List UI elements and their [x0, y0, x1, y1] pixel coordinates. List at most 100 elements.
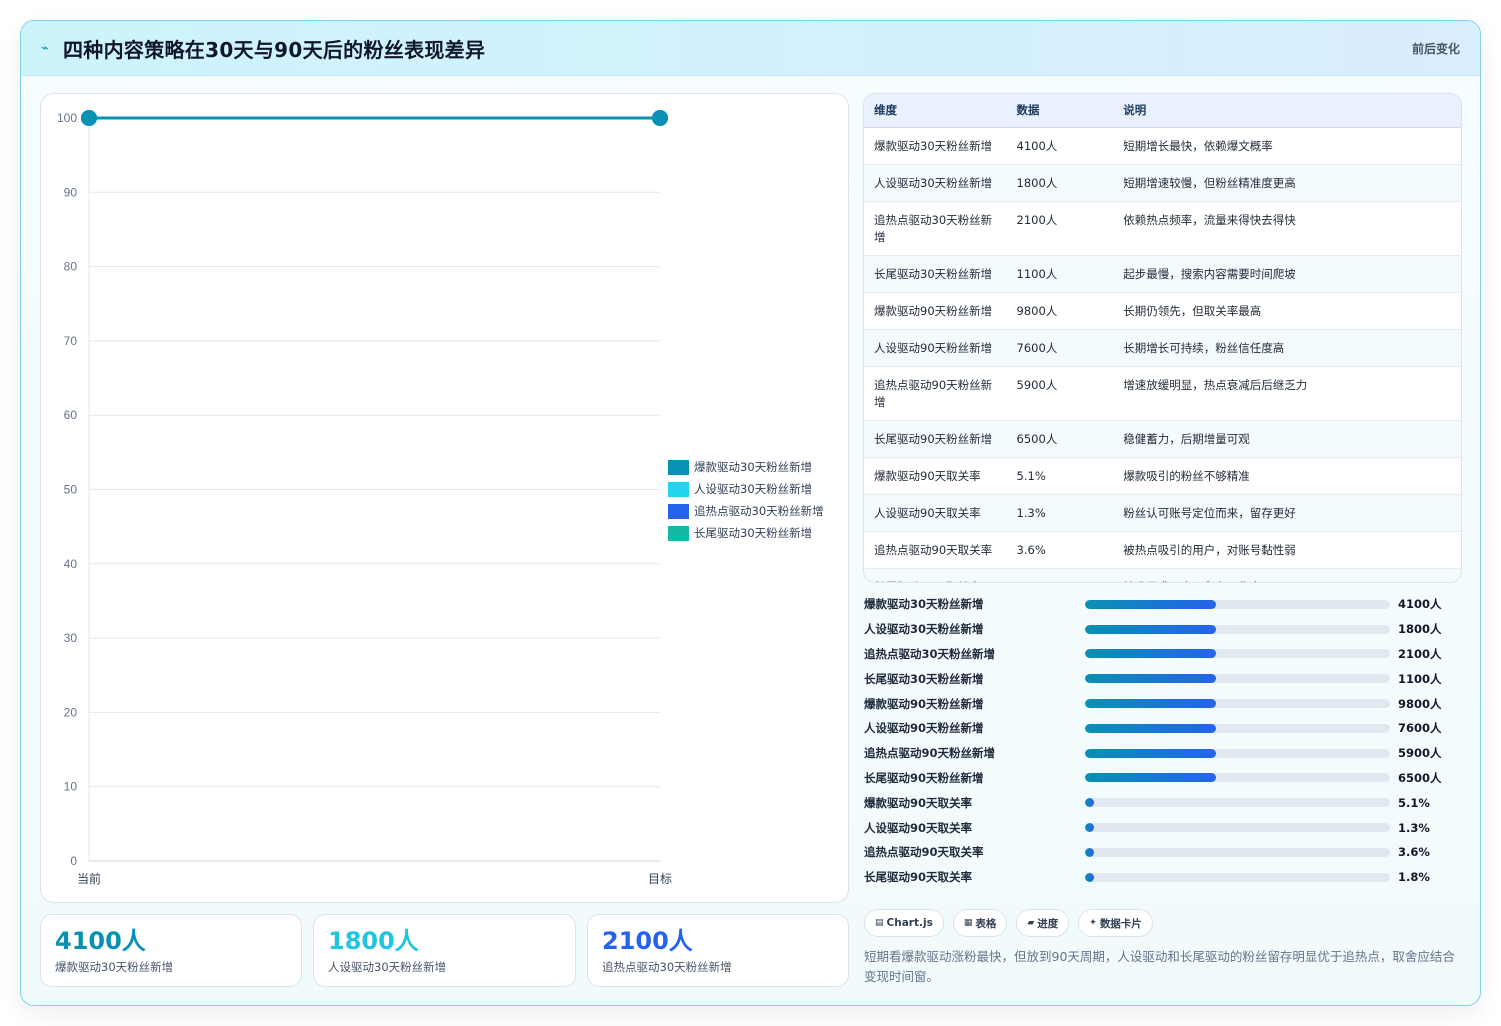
progress-fill	[1085, 847, 1095, 857]
legend-swatch	[668, 481, 689, 497]
legend-label: 长尾驱动30天粉丝新增	[694, 526, 813, 540]
column-header-note: 说明	[1113, 94, 1461, 128]
progress-value: 1.8%	[1398, 870, 1430, 885]
cell-dimension: 爆款驱动90天粉丝新增	[864, 292, 1007, 330]
cell-data: 7600人	[1006, 329, 1114, 367]
progress-value: 5900人	[1398, 746, 1442, 761]
progress-label: 长尾驱动30天粉丝新增	[864, 671, 984, 686]
progress-label: 追热点驱动90天取关率	[864, 845, 984, 860]
table-icon: ▦	[963, 918, 973, 928]
cell-dimension: 追热点驱动90天粉丝新增	[864, 366, 1007, 421]
progress-value: 2100人	[1398, 646, 1442, 661]
cell-note: 被热点吸引的用户，对账号黏性弱	[1113, 531, 1461, 569]
progress-fill	[1085, 872, 1095, 882]
progress-label: 爆款驱动90天粉丝新增	[864, 696, 984, 711]
cell-dimension: 长尾驱动90天粉丝新增	[864, 420, 1007, 458]
cell-data: 9800人	[1006, 292, 1114, 330]
y-tick-label: 20	[64, 705, 78, 719]
progress-value: 4100人	[1398, 597, 1442, 612]
progress-fill	[1085, 674, 1217, 684]
cell-data: 1.3%	[1006, 494, 1114, 532]
legend-label: 追热点驱动30天粉丝新增	[694, 504, 824, 518]
y-tick-label: 50	[64, 483, 78, 497]
chip-3[interactable]: ▰ 进度	[1016, 909, 1070, 937]
progress-row: 人设驱动30天粉丝新增 1800人	[864, 617, 1444, 642]
progress-value: 1.3%	[1398, 820, 1430, 835]
summary-text: 短期看爆款驱动涨粉最快，但放到90天周期，人设驱动和长尾驱动的粉丝留存明显优于追…	[864, 949, 1455, 984]
chip-label: 进度	[1037, 917, 1059, 930]
progress-fill	[1085, 748, 1217, 758]
progress-track	[1085, 624, 1390, 634]
data-point	[81, 110, 97, 126]
cell-note: 短期增长最快，依赖爆文概率	[1113, 127, 1461, 165]
legend-label: 爆款驱动30天粉丝新增	[694, 460, 813, 474]
progress-fill	[1085, 798, 1095, 808]
progress-row: 追热点驱动90天取关率 3.6%	[864, 840, 1444, 865]
cell-data: 1100人	[1006, 255, 1114, 293]
progress-track	[1085, 723, 1390, 733]
cell-data: 3.6%	[1006, 531, 1114, 569]
legend-item[interactable]: 人设驱动30天粉丝新增	[668, 478, 824, 500]
legend-item[interactable]: 追热点驱动30天粉丝新增	[668, 500, 824, 522]
cell-dimension: 长尾驱动30天粉丝新增	[864, 255, 1007, 293]
chip-label: Chart.js	[886, 917, 933, 929]
progress-row: 追热点驱动90天粉丝新增 5900人	[864, 741, 1444, 766]
progress-label: 爆款驱动90天取关率	[864, 795, 973, 810]
cell-dimension: 追热点驱动30天粉丝新增	[864, 201, 1007, 256]
cell-note: 起步最慢，搜索内容需要时间爬坡	[1113, 255, 1461, 293]
progress-track	[1085, 773, 1390, 783]
cell-dimension: 人设驱动30天粉丝新增	[864, 164, 1007, 202]
progress-fill	[1085, 773, 1217, 783]
progress-row: 长尾驱动90天粉丝新增 6500人	[864, 766, 1444, 791]
cell-note: 粉丝认可账号定位而来，留存更好	[1113, 494, 1461, 532]
y-tick-label: 0	[70, 854, 77, 868]
progress-track	[1085, 699, 1390, 709]
progress-track	[1085, 872, 1390, 882]
stat-card-1: 4100人 爆款驱动30天粉丝新增	[40, 914, 302, 987]
chip-1[interactable]: ▤ Chart.js	[864, 909, 944, 937]
y-tick-label: 30	[64, 631, 78, 645]
x-tick-label: 目标	[648, 872, 672, 886]
legend-swatch	[668, 459, 689, 475]
chip-2[interactable]: ▦ 表格	[952, 909, 1008, 937]
legend-swatch	[668, 503, 689, 519]
progress-track	[1085, 649, 1390, 659]
table-row: 爆款驱动30天粉丝新增 4100人 短期增长最快，依赖爆文概率	[864, 127, 1461, 165]
cell-data: 1800人	[1006, 164, 1114, 202]
chip-4[interactable]: ✦ 数据卡片	[1078, 909, 1153, 937]
tech-chips: ▤ Chart.js ▦ 表格 ▰ 进度 ✦ 数据卡片	[864, 909, 1153, 937]
y-tick-label: 60	[64, 408, 78, 422]
table-row: 爆款驱动90天取关率 5.1% 爆款吸引的粉丝不够精准	[864, 457, 1461, 495]
cell-note: 稳健蓄力，后期增量可观	[1113, 420, 1461, 458]
chip-label: 表格	[975, 917, 997, 930]
progress-label: 长尾驱动90天取关率	[864, 870, 973, 885]
legend-item[interactable]: 爆款驱动30天粉丝新增	[668, 456, 824, 478]
progress-fill	[1085, 723, 1217, 733]
sparkle-icon: ✦	[1089, 918, 1097, 928]
table-row: 长尾驱动90天粉丝新增 6500人 稳健蓄力，后期增量可观	[864, 420, 1461, 458]
progress-track	[1085, 847, 1390, 857]
progress-fill	[1085, 624, 1217, 634]
progress-row: 长尾驱动30天粉丝新增 1100人	[864, 666, 1444, 691]
progress-value: 3.6%	[1398, 845, 1430, 860]
cell-data: 5900人	[1006, 366, 1114, 421]
legend-item[interactable]: 长尾驱动30天粉丝新增	[668, 522, 824, 544]
table-row: 爆款驱动90天粉丝新增 9800人 长期仍领先，但取关率最高	[864, 292, 1461, 330]
stat-label: 追热点驱动30天粉丝新增	[602, 960, 732, 974]
chart-legend: 爆款驱动30天粉丝新增人设驱动30天粉丝新增追热点驱动30天粉丝新增 长尾驱动30…	[668, 456, 824, 544]
cell-dimension: 长尾驱动90天取关率	[864, 568, 1007, 582]
cell-dimension: 人设驱动90天粉丝新增	[864, 329, 1007, 367]
progress-track	[1085, 798, 1390, 808]
table-row: 长尾驱动30天粉丝新增 1100人 起步最慢，搜索内容需要时间爬坡	[864, 255, 1461, 293]
progress-fill	[1085, 699, 1217, 709]
header-tag: 前后变化	[1411, 41, 1460, 56]
progress-row: 长尾驱动90天取关率 1.8%	[864, 865, 1444, 890]
progress-list: 爆款驱动30天粉丝新增 4100人 人设驱动30天粉丝新增 1800人 追热点驱动30天…	[864, 592, 1444, 890]
cell-dimension: 追热点驱动90天取关率	[864, 531, 1007, 569]
table-row: 人设驱动90天粉丝新增 7600人 长期增长可持续，粉丝信任度高	[864, 329, 1461, 367]
progress-label: 人设驱动90天取关率	[864, 820, 973, 835]
table-row: 追热点驱动90天取关率 3.6% 被热点吸引的用户，对账号黏性弱	[864, 531, 1461, 569]
table-header-row: 维度 数据 说明	[864, 94, 1461, 128]
progress-track	[1085, 674, 1390, 684]
progress-value: 9800人	[1398, 696, 1442, 711]
